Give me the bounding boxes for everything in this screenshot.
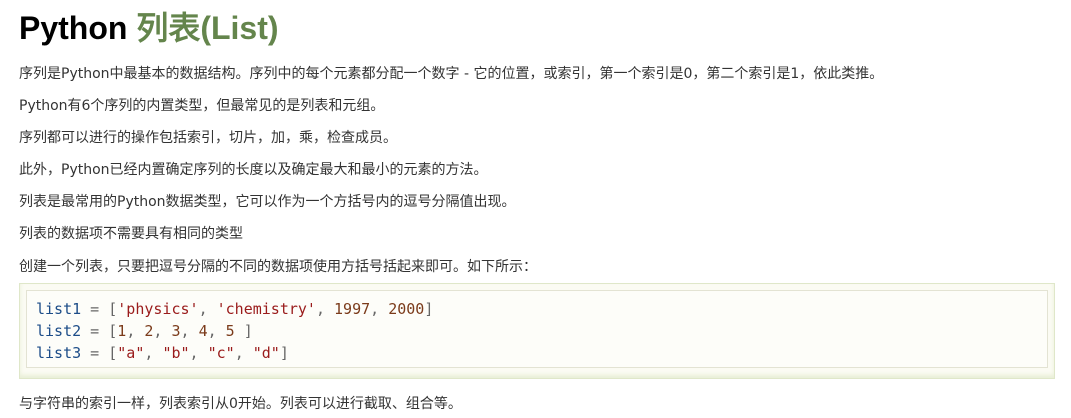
page-title-prefix: Python — [19, 10, 137, 46]
page-title: Python 列表(List) — [19, 8, 279, 48]
code-token: = — [81, 322, 109, 340]
code-token: , — [126, 322, 145, 340]
paragraph-list-index: 与字符串的索引一样，列表索引从0开始。列表可以进行截取、组合等。 — [19, 396, 462, 412]
code-token: 4 — [198, 322, 208, 340]
paragraph-length-methods: 此外，Python已经内置确定序列的长度以及确定最大和最小的元素的方法。 — [19, 162, 488, 178]
code-token: "d" — [252, 344, 280, 362]
code-token: ] — [424, 300, 434, 318]
code-token: 5 — [225, 322, 235, 340]
page-title-accent: 列表(List) — [136, 10, 279, 46]
code-token: "a" — [117, 344, 145, 362]
code-token: ] — [279, 344, 289, 362]
code-line-1: list1 = ['physics', 'chemistry', 1997, 2… — [36, 298, 1047, 320]
code-token: , — [189, 344, 208, 362]
code-block[interactable]: list1 = ['physics', 'chemistry', 1997, 2… — [26, 290, 1048, 368]
code-token: , — [144, 344, 163, 362]
code-token: "b" — [162, 344, 190, 362]
code-token: , — [180, 322, 199, 340]
paragraph-create-list: 创建一个列表，只要把逗号分隔的不同的数据项使用方括号括起来即可。如下所示： — [19, 259, 537, 275]
code-token: 2000 — [388, 300, 425, 318]
code-token: list3 — [36, 344, 82, 362]
paragraph-operations: 序列都可以进行的操作包括索引，切片，加，乘，检查成员。 — [19, 130, 397, 146]
code-token: [ — [108, 344, 118, 362]
code-token: , — [153, 322, 172, 340]
code-token: list1 — [36, 300, 82, 318]
paragraph-sequence-intro: 序列是Python中最基本的数据结构。序列中的每个元素都分配一个数字 - 它的位… — [19, 66, 884, 82]
code-token: 1997 — [334, 300, 371, 318]
paragraph-list-common: 列表是最常用的Python数据类型，它可以作为一个方括号内的逗号分隔值出现。 — [19, 194, 516, 210]
code-token: , — [234, 344, 253, 362]
code-token: [ — [108, 322, 118, 340]
code-token: 'physics' — [117, 300, 199, 318]
code-token: , — [207, 322, 226, 340]
code-example-box: list1 = ['physics', 'chemistry', 1997, 2… — [19, 283, 1055, 379]
code-token: 1 — [117, 322, 127, 340]
code-token: list2 — [36, 322, 82, 340]
code-token: 'chemistry' — [216, 300, 316, 318]
code-token: ] — [234, 322, 253, 340]
code-line-3: list3 = ["a", "b", "c", "d"] — [36, 342, 1047, 364]
code-token: , — [198, 300, 217, 318]
code-line-2: list2 = [1, 2, 3, 4, 5 ] — [36, 320, 1047, 342]
code-token: , — [370, 300, 389, 318]
paragraph-item-types: 列表的数据项不需要具有相同的类型 — [19, 226, 243, 242]
paragraph-builtin-types: Python有6个序列的内置类型，但最常见的是列表和元组。 — [19, 98, 385, 114]
code-token: "c" — [207, 344, 235, 362]
code-token: = — [81, 344, 109, 362]
code-token: = — [81, 300, 109, 318]
code-token: 3 — [171, 322, 181, 340]
code-token: [ — [108, 300, 118, 318]
code-token: , — [315, 300, 335, 318]
